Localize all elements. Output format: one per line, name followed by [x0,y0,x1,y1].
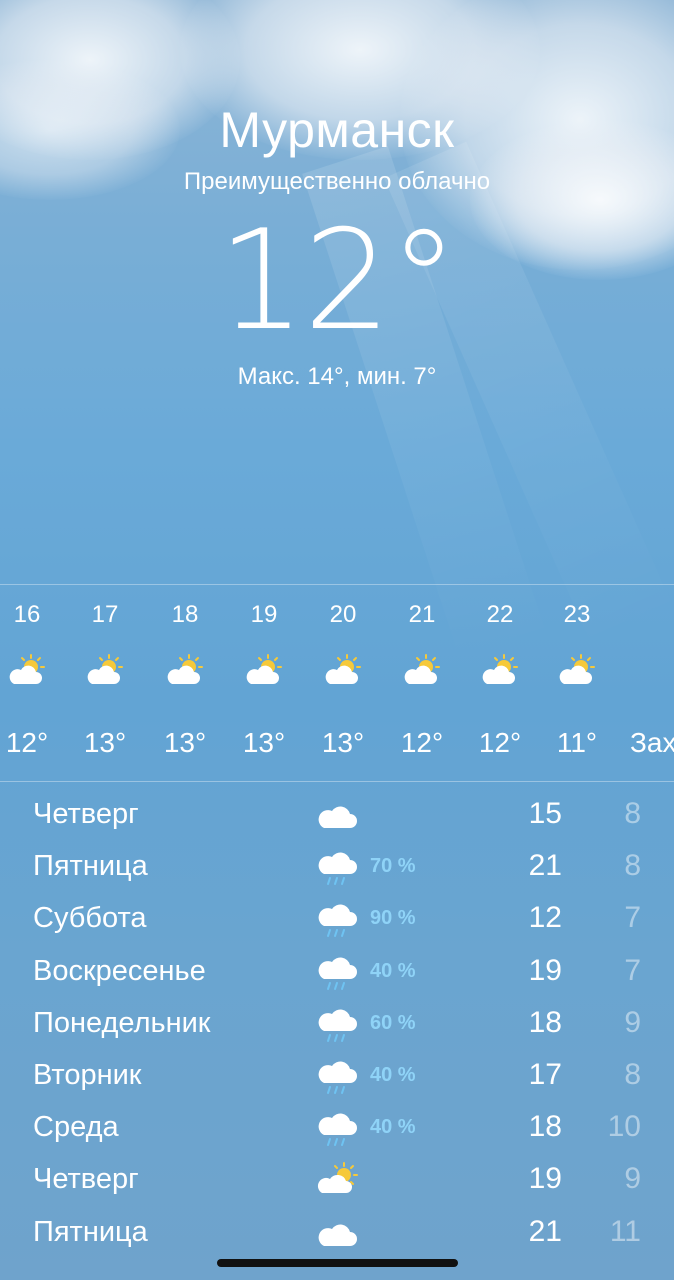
day-name: Среда [33,1111,119,1144]
high-temperature: 18 [528,1110,562,1144]
hour-temperature: 12° [5,727,49,758]
hour-temperature: 13° [242,727,286,758]
divider [0,781,674,782]
hour-temperature: 13° [163,727,207,758]
city-name: Мурманск [219,102,455,158]
partly-cloudy-icon [325,654,361,684]
high-low-temperature: Макс. 14°, мин. 7° [237,363,437,390]
hour-temperature: 13° [321,727,365,758]
day-row: Среда 40 % 18 10 [0,1101,674,1153]
precipitation-chance: 60 % [370,1011,416,1034]
hour-temperature: 12° [400,727,444,758]
precipitation-chance: 40 % [370,1116,416,1139]
day-row: Пятница 70 % 21 8 [0,840,674,892]
hourly-forecast[interactable]: 16 12° 17 13° 18 13° 19 13° 20 13° 21 12… [0,586,674,781]
rain-cloud-icon [318,957,357,990]
partly-cloudy-icon [404,654,440,684]
day-name: Понедельник [33,1006,211,1039]
rain-cloud-icon [318,1113,357,1147]
daily-forecast[interactable]: Четверг 15 8 Пятница 70 % 21 8 Суббота 9… [0,788,674,1258]
hour-label: 22 [486,601,514,628]
hour-temperature: 12° [478,727,522,758]
high-temperature: 19 [528,953,562,987]
partly-cloudy-icon [9,654,45,684]
day-name: Пятница [33,850,148,883]
hour-item: 21 12° [383,586,461,781]
high-temperature: 19 [528,1162,562,1196]
low-temperature: 8 [624,797,641,830]
hour-item-sunset: Заход [630,586,674,781]
sunset-label: Заход [630,727,674,758]
divider [0,584,674,585]
low-temperature: 8 [624,849,641,883]
hour-item: 18 13° [146,586,224,781]
cloud-icon [318,806,357,828]
hour-item: 22 12° [461,586,539,781]
home-indicator[interactable] [217,1259,458,1267]
partly-cloudy-icon [167,654,203,684]
hour-label: 17 [91,601,119,628]
day-row: Вторник 40 % 17 8 [0,1049,674,1101]
low-temperature: 7 [624,901,641,935]
partly-cloudy-icon [317,1162,358,1194]
hour-label: 18 [171,601,199,628]
precipitation-chance: 40 % [370,959,416,982]
hour-label: 23 [563,601,591,628]
low-temperature: 7 [624,953,641,987]
day-name: Суббота [33,902,147,935]
high-temperature: 12 [528,901,562,935]
rain-cloud-icon [318,1061,357,1094]
low-temperature: 11 [609,1214,641,1248]
weather-condition: Преимущественно облачно [183,168,491,195]
hour-temperature: 11° [556,727,598,758]
day-name: Четверг [33,1163,139,1196]
precipitation-chance: 90 % [370,907,416,930]
hour-item: 20 13° [304,586,382,781]
cloud-icon [318,1224,357,1246]
hour-label: 16 [13,601,41,628]
partly-cloudy-icon [87,654,123,684]
hour-item: 17 13° [66,586,144,781]
partly-cloudy-icon [246,654,282,684]
precipitation-chance: 70 % [370,855,416,878]
high-temperature: 21 [528,849,562,883]
day-name: Четверг [33,798,139,830]
day-row: Воскресенье 40 % 19 7 [0,945,674,997]
hour-label: 20 [329,601,357,628]
day-name: Вторник [33,1058,142,1091]
partly-cloudy-icon [482,654,518,684]
high-temperature: 18 [528,1005,562,1039]
high-temperature: 21 [528,1214,562,1248]
day-row: Понедельник 60 % 18 9 [0,997,674,1049]
current-temperature: 12° [217,200,459,361]
high-temperature: 15 [528,797,562,830]
day-row: Пятница 21 11 [0,1206,674,1258]
rain-cloud-icon [318,852,357,886]
hour-item: 16 12° [0,586,66,781]
low-temperature: 10 [607,1110,641,1144]
hour-label: 21 [408,601,436,628]
precipitation-chance: 40 % [370,1063,416,1086]
day-name: Пятница [33,1215,148,1248]
low-temperature: 9 [624,1162,641,1196]
partly-cloudy-icon [559,654,595,684]
high-temperature: 17 [528,1057,562,1091]
hour-label: 19 [250,601,278,628]
day-row: Суббота 90 % 12 7 [0,892,674,944]
low-temperature: 9 [624,1005,641,1039]
hour-item: 23 11° [538,586,616,781]
low-temperature: 8 [624,1057,641,1091]
rain-cloud-icon [318,1009,357,1042]
hour-temperature: 13° [83,727,127,758]
day-name: Воскресенье [33,954,206,987]
day-row: Четверг 15 8 [0,788,674,840]
rain-cloud-icon [318,904,357,938]
day-row: Четверг 19 9 [0,1153,674,1205]
hour-item: 19 13° [225,586,303,781]
current-weather: Мурманск Преимущественно облачно 12° Мак… [0,100,674,392]
